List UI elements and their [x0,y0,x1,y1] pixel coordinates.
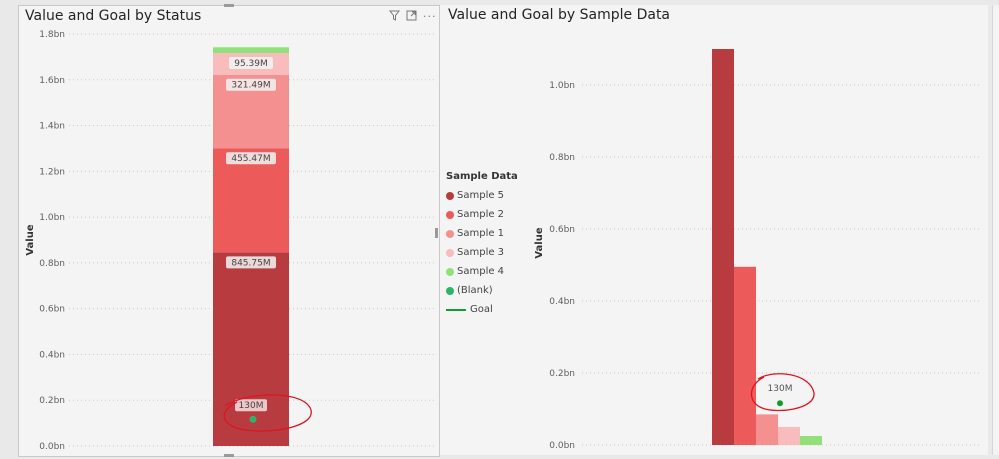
y-tick-label: 0.4bn [39,350,65,360]
data-label: 455.47M [231,154,270,164]
legend-title: Sample Data [446,171,518,182]
legend-dot-swatch [446,210,454,219]
chart-panel-status[interactable]: Value and Goal by Status ··· 0.0bn 0.2bn 0… [18,4,440,457]
stacked-bar-chart: 0.0bn 0.2bn 0.4bn 0.6bn 0.8bn 1.0bn 1.2bn 1.4bn… [25,30,437,452]
goal-marker[interactable] [777,400,783,407]
legend-item-label: Sample 2 [457,209,505,220]
goal-label: 130M [768,384,793,394]
y-tick-label: 0.2bn [39,396,65,406]
goal-marker[interactable] [249,415,257,423]
y-axis-label: Value [25,224,36,255]
legend-item[interactable]: Sample 2 [446,205,518,224]
legend-dot-swatch [446,267,454,276]
y-tick-label: 1.4bn [39,122,65,132]
legend-item-label: (Blank) [457,285,493,296]
legend-dot-swatch [446,286,454,295]
data-label: 321.49M [231,81,270,91]
legend-item[interactable]: Sample 5 [446,186,518,205]
y-tick-label: 0.8bn [39,259,65,269]
legend-item[interactable]: Sample 1 [446,224,518,243]
legend-line-swatch [446,308,466,311]
y-tick-label: 1.0bn [39,213,65,223]
data-label: 845.75M [231,258,270,268]
legend-item-label: Goal [470,304,493,315]
y-tick-label: 0.0bn [39,442,65,452]
legend-item-label: Sample 4 [457,266,505,277]
legend-item-label: Sample 3 [457,247,505,258]
y-axis-label: Value [534,227,545,258]
y-tick-label: 0.8bn [549,153,575,163]
legend-item[interactable]: (Blank) [446,281,518,300]
legend: Sample Data Sample 5 Sample 2 Sample 1 Samp… [446,171,518,319]
scrollbar[interactable] [992,5,999,455]
legend-dot-swatch [446,248,454,257]
y-tick-label: 0.2bn [549,369,575,379]
y-tick-label: 0.4bn [549,297,575,307]
bar-segment[interactable] [213,47,289,53]
goal-label: 130M [239,401,264,411]
chart-panel-sample[interactable]: Value and Goal by Sample Data 0.0bn 0.2bn… [440,5,988,455]
y-tick-label: 1.0bn [549,81,575,91]
bar[interactable] [778,427,800,445]
legend-item-label: Sample 1 [457,228,505,239]
legend-dot-swatch [446,229,454,238]
clustered-bar-chart: 0.0bn 0.2bn 0.4bn 0.6bn 0.8bn 1.0bn Value 130M [534,49,980,451]
bar[interactable] [800,436,822,445]
y-tick-label: 1.6bn [39,76,65,86]
y-tick-label: 1.2bn [39,167,65,177]
legend-item[interactable]: Sample 4 [446,262,518,281]
y-tick-label: 0.6bn [39,305,65,315]
legend-item-label: Sample 5 [457,190,505,201]
bar[interactable] [734,266,756,445]
y-tick-label: 0.6bn [549,225,575,235]
bar[interactable] [756,414,778,445]
bar[interactable] [712,49,734,445]
legend-item[interactable]: Goal [446,300,518,319]
data-label: 95.39M [234,59,268,69]
legend-dot-swatch [446,191,454,200]
y-tick-label: 1.8bn [39,30,65,40]
y-tick-label: 0.0bn [549,441,575,451]
legend-item[interactable]: Sample 3 [446,243,518,262]
